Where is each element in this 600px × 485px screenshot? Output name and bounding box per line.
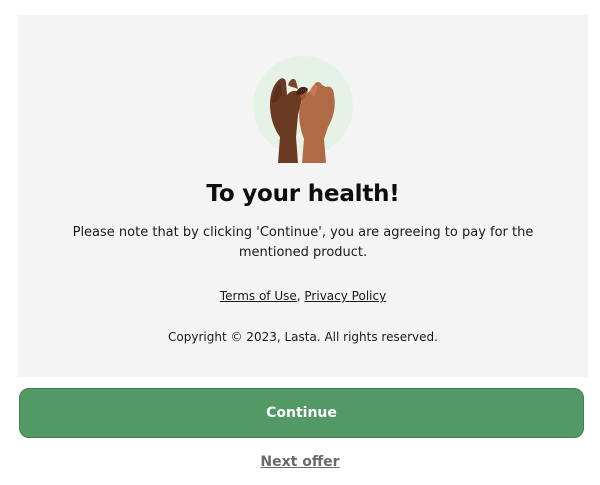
next-offer-link[interactable]: Next offer <box>0 454 600 470</box>
copyright-text: Copyright © 2023, Lasta. All rights rese… <box>168 330 438 344</box>
legal-links: Terms of Use, Privacy Policy <box>18 289 588 303</box>
terms-of-use-link[interactable]: Terms of Use <box>220 289 297 303</box>
continue-button[interactable]: Continue <box>19 388 584 438</box>
confirmation-card: To your health! Please note that by clic… <box>18 15 588 377</box>
page-title: To your health! <box>206 181 400 207</box>
privacy-policy-link[interactable]: Privacy Policy <box>304 289 386 303</box>
legal-separator: , <box>296 289 301 303</box>
payment-note: Please note that by clicking 'Continue',… <box>72 225 534 260</box>
pinky-promise-hands-icon <box>252 55 354 163</box>
